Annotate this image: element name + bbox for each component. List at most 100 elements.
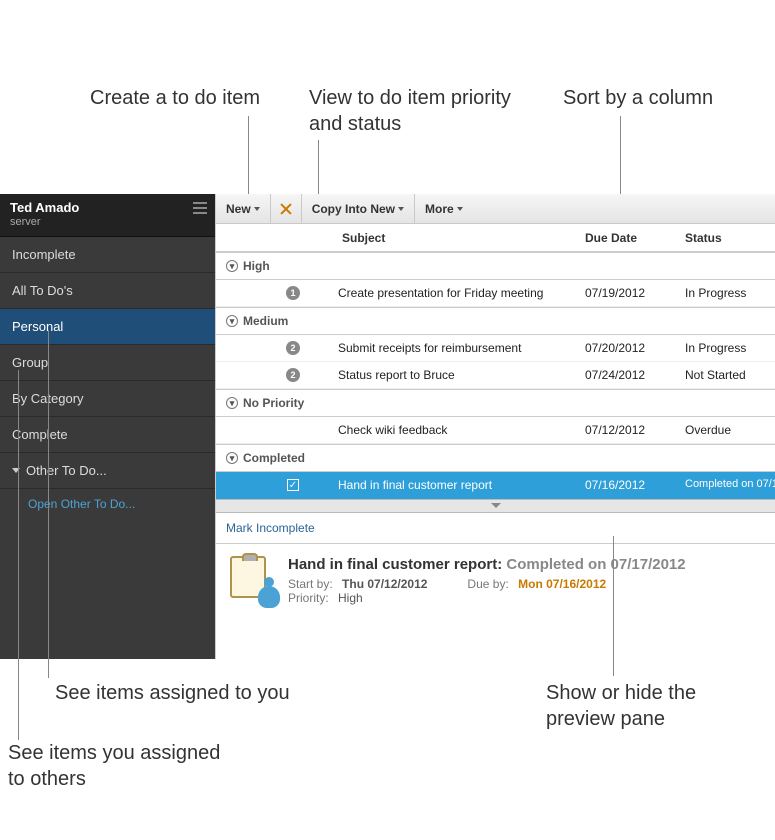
group-no-priority[interactable]: ▾ No Priority <box>216 389 775 417</box>
start-by-label: Start by: <box>288 577 333 591</box>
collapse-icon: ▾ <box>226 260 238 272</box>
callout-sort: Sort by a column <box>563 85 713 111</box>
col-status[interactable]: Status <box>685 231 775 245</box>
preview-title-suffix: Completed on 07/17/2012 <box>506 556 685 573</box>
priority-label: Priority: <box>288 591 329 605</box>
table-row[interactable]: 2 Submit receipts for reimbursement 07/2… <box>216 335 775 362</box>
priority-icon: 1 <box>286 286 300 300</box>
due-cell: 07/24/2012 <box>585 368 685 382</box>
more-button[interactable]: More <box>415 194 473 223</box>
priority-cell: 2 <box>248 368 338 382</box>
due-cell: 07/16/2012 <box>585 478 685 492</box>
hamburger-icon[interactable] <box>193 202 207 214</box>
group-nopri-label: No Priority <box>243 396 304 410</box>
due-by-label: Due by: <box>467 577 508 591</box>
caret-down-icon <box>254 207 260 211</box>
main-panel: New Copy Into New More Subject Due Date … <box>215 194 775 659</box>
priority-cell: 1 <box>248 286 338 300</box>
subject-cell: Submit receipts for reimbursement <box>338 341 585 355</box>
callout-line <box>248 116 249 194</box>
sidebar: Ted Amado server Incomplete All To Do's … <box>0 194 215 659</box>
clipboard-person-icon <box>230 556 274 604</box>
table-row[interactable]: ✓ Hand in final customer report 07/16/20… <box>216 472 775 499</box>
priority-value: High <box>338 591 363 605</box>
status-cell: Not Started <box>685 368 775 382</box>
callout-line <box>613 536 614 676</box>
pane-divider[interactable] <box>216 499 775 513</box>
due-cell: 07/19/2012 <box>585 286 685 300</box>
delete-button[interactable] <box>271 194 302 223</box>
app-shell: Ted Amado server Incomplete All To Do's … <box>0 194 775 659</box>
sidebar-other-label: Other To Do... <box>26 463 107 478</box>
checkmark-icon: ✓ <box>287 479 299 491</box>
col-due[interactable]: Due Date <box>585 231 685 245</box>
due-cell: 07/12/2012 <box>585 423 685 437</box>
sidebar-item-complete[interactable]: Complete <box>0 417 215 453</box>
priority-cell: ✓ <box>248 479 338 491</box>
collapse-icon: ▾ <box>226 397 238 409</box>
callout-priority: View to do item priority and status <box>309 85 511 137</box>
sidebar-item-category[interactable]: By Category <box>0 381 215 417</box>
sidebar-open-other[interactable]: Open Other To Do... <box>0 489 215 519</box>
col-subject[interactable]: Subject <box>338 231 585 245</box>
priority-icon: 2 <box>286 341 300 355</box>
sidebar-item-personal[interactable]: Personal <box>0 309 215 345</box>
new-label: New <box>226 202 251 216</box>
callout-preview-pane: Show or hide the preview pane <box>546 680 696 732</box>
x-icon <box>279 202 293 216</box>
caret-down-icon <box>398 207 404 211</box>
group-high[interactable]: ▾ High <box>216 252 775 280</box>
group-medium[interactable]: ▾ Medium <box>216 307 775 335</box>
grip-icon <box>491 503 501 508</box>
sidebar-server: server <box>10 216 205 228</box>
callout-assigned-to-others: See items you assigned to others <box>8 740 220 792</box>
start-by-value: Thu 07/12/2012 <box>342 577 427 591</box>
preview-pane: Hand in final customer report: Completed… <box>216 544 775 617</box>
status-cell: Overdue <box>685 423 775 437</box>
table-row[interactable]: 2 Status report to Bruce 07/24/2012 Not … <box>216 362 775 389</box>
preview-meta-row1: Start by: Thu 07/12/2012 Due by: Mon 07/… <box>288 577 761 591</box>
sidebar-user: Ted Amado <box>10 200 205 215</box>
callout-line <box>18 370 19 740</box>
status-cell: In Progress <box>685 341 775 355</box>
mark-incomplete-link[interactable]: Mark Incomplete <box>226 521 315 535</box>
callout-assigned-to-you: See items assigned to you <box>55 680 290 706</box>
callout-line <box>48 330 49 678</box>
preview-body: Hand in final customer report: Completed… <box>288 556 761 605</box>
status-cell: In Progress <box>685 286 775 300</box>
sidebar-header: Ted Amado server <box>0 194 215 237</box>
sidebar-item-incomplete[interactable]: Incomplete <box>0 237 215 273</box>
table-row[interactable]: Check wiki feedback 07/12/2012 Overdue <box>216 417 775 444</box>
subject-cell: Status report to Bruce <box>338 368 585 382</box>
priority-icon: 2 <box>286 368 300 382</box>
sidebar-item-all[interactable]: All To Do's <box>0 273 215 309</box>
due-cell: 07/20/2012 <box>585 341 685 355</box>
new-button[interactable]: New <box>216 194 271 223</box>
subject-cell: Create presentation for Friday meeting <box>338 286 585 300</box>
callout-create: Create a to do item <box>90 85 260 111</box>
group-completed[interactable]: ▾ Completed <box>216 444 775 472</box>
priority-cell: 2 <box>248 341 338 355</box>
preview-title: Hand in final customer report: Completed… <box>288 556 761 573</box>
subject-cell: Hand in final customer report <box>338 478 585 492</box>
more-label: More <box>425 202 454 216</box>
due-by-value: Mon 07/16/2012 <box>518 577 606 591</box>
column-headers: Subject Due Date Status <box>216 224 775 252</box>
group-high-label: High <box>243 259 270 273</box>
preview-action-bar: Mark Incomplete <box>216 513 775 544</box>
collapse-icon: ▾ <box>226 452 238 464</box>
copy-into-new-button[interactable]: Copy Into New <box>302 194 415 223</box>
collapse-icon: ▾ <box>226 315 238 327</box>
sidebar-item-group[interactable]: Group <box>0 345 215 381</box>
preview-title-text: Hand in final customer report: <box>288 556 502 573</box>
subject-cell: Check wiki feedback <box>338 423 585 437</box>
group-medium-label: Medium <box>243 314 288 328</box>
caret-down-icon <box>457 207 463 211</box>
copy-label: Copy Into New <box>312 202 395 216</box>
toolbar: New Copy Into New More <box>216 194 775 224</box>
table-row[interactable]: 1 Create presentation for Friday meeting… <box>216 280 775 307</box>
sidebar-item-other[interactable]: Other To Do... <box>0 453 215 489</box>
group-completed-label: Completed <box>243 451 305 465</box>
status-cell: Completed on 07/17/2012 <box>685 478 775 491</box>
preview-meta-row2: Priority: High <box>288 591 761 605</box>
